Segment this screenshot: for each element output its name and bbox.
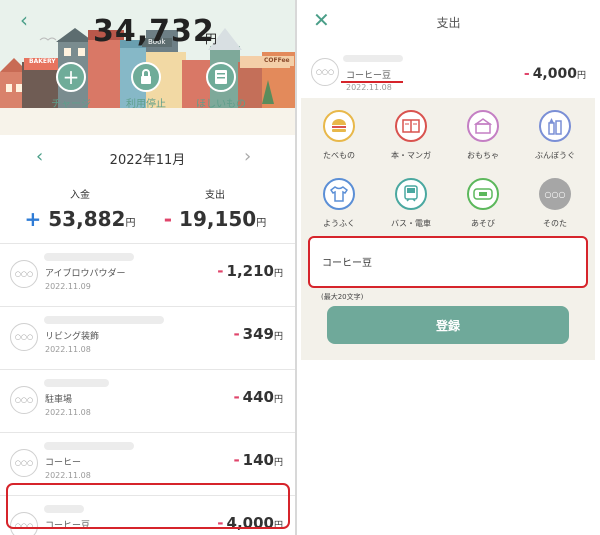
other-icon: ○○○ — [539, 178, 571, 210]
balance-hero: BAKERY Book COFFee ‹ 34,732 円 + チャージ 利用停… — [0, 0, 295, 135]
avatar: ○○○ — [10, 386, 38, 414]
item-date: 2022.11.08 — [45, 408, 91, 417]
item-amount: -4,000円 — [523, 66, 586, 82]
category-clothes[interactable]: ようふく — [307, 178, 371, 229]
item-name: コーヒー豆 — [346, 71, 392, 81]
balance-unit: 円 — [205, 32, 218, 46]
category-play[interactable]: あそび — [451, 178, 515, 229]
item-date: 2022.11.09 — [45, 282, 91, 291]
header: ✕ 支出 — [297, 0, 600, 44]
redacted-store-name — [44, 316, 164, 324]
list-item[interactable]: ○○○ リビング装飾 2022.11.08 -349円 — [0, 306, 295, 369]
redacted-store-name — [343, 55, 403, 62]
stationery-icon — [539, 110, 571, 142]
income-label: 入金 — [70, 190, 90, 201]
category-label: おもちゃ — [467, 151, 499, 160]
category-label: 本・マンガ — [391, 151, 431, 160]
item-date: 2022.11.08 — [45, 345, 91, 354]
item-name: アイブロウパウダー — [45, 269, 126, 279]
avatar: ○○○ — [10, 260, 38, 288]
train-icon — [395, 178, 427, 210]
redacted-store-name — [44, 253, 134, 261]
avatar: ○○○ — [10, 323, 38, 351]
expense-label: 支出 — [205, 190, 225, 201]
item-amount: -349円 — [233, 325, 283, 343]
book-icon — [395, 110, 427, 142]
item-amount: -140円 — [233, 451, 283, 469]
category-transit[interactable]: バス・電車 — [379, 178, 443, 229]
category-other[interactable]: ○○○ そのた — [523, 178, 587, 229]
item-amount: -1,210円 — [217, 262, 283, 280]
category-books[interactable]: 本・マンガ — [379, 110, 443, 161]
balance-amount: 34,732 — [93, 14, 215, 49]
suspend-label: 利用停止 — [126, 99, 166, 110]
game-icon — [467, 178, 499, 210]
income-unit: 円 — [125, 218, 136, 229]
memo-input[interactable]: コーヒー豆 — [308, 236, 588, 288]
avatar: ○○○ — [311, 58, 339, 86]
income-sign: + — [24, 207, 42, 231]
category-label: たべもの — [323, 151, 355, 160]
register-button[interactable]: 登録 — [327, 306, 569, 344]
next-month-chevron-icon[interactable]: › — [244, 146, 251, 167]
wishlist-icon — [206, 62, 236, 92]
avatar: ○○○ — [10, 449, 38, 477]
memo-value: コーヒー豆 — [322, 258, 372, 269]
item-date: 2022.11.08 — [45, 471, 91, 480]
charge-button[interactable]: + チャージ — [36, 62, 106, 110]
income-value: + 53,882円 — [10, 207, 150, 231]
category-panel: たべもの 本・マンガ おもちゃ ぶんぼうぐ ようふく バス・電車 あそび ○○○… — [301, 98, 595, 360]
redacted-store-name — [44, 442, 134, 450]
lock-icon — [131, 62, 161, 92]
list-item[interactable]: ○○○ 駐車場 2022.11.08 -440円 — [0, 369, 295, 432]
food-icon — [323, 110, 355, 142]
item-name: コーヒー — [45, 458, 82, 468]
selected-transaction: ○○○ コーヒー豆 2022.11.08 -4,000円 — [297, 48, 600, 98]
expense-edit-screen: ✕ 支出 ○○○ コーヒー豆 2022.11.08 -4,000円 たべもの 本… — [297, 0, 600, 535]
category-label: バス・電車 — [391, 219, 431, 228]
back-chevron-icon[interactable]: ‹ — [20, 8, 28, 32]
income-amount: 53,882 — [48, 207, 126, 231]
wallet-screen: BAKERY Book COFFee ‹ 34,732 円 + チャージ 利用停… — [0, 0, 295, 535]
list-item[interactable]: ○○○ アイブロウパウダー 2022.11.09 -1,210円 — [0, 243, 295, 306]
redacted-store-name — [44, 379, 109, 387]
category-label: ようふく — [323, 219, 355, 228]
category-food[interactable]: たべもの — [307, 110, 371, 161]
coffee-sign: COFFee — [264, 57, 290, 64]
item-date: 2022.11.08 — [346, 83, 392, 92]
wishlist-label: ほしいもの — [196, 99, 246, 110]
category-stationery[interactable]: ぶんぼうぐ — [523, 110, 587, 161]
category-label: ぶんぼうぐ — [535, 151, 575, 160]
expense-value: - 19,150円 — [145, 207, 285, 231]
expense-unit: 円 — [256, 218, 267, 229]
item-name: リビング装飾 — [45, 332, 100, 342]
clothes-icon — [323, 178, 355, 210]
charge-label: チャージ — [51, 99, 91, 110]
toy-icon — [467, 110, 499, 142]
suspend-button[interactable]: 利用停止 — [111, 62, 181, 110]
expense-amount: 19,150 — [179, 207, 257, 231]
category-label: あそび — [471, 219, 495, 228]
expense-summary: 支出 - 19,150円 — [145, 186, 285, 231]
item-amount: -440円 — [233, 388, 283, 406]
item-name: 駐車場 — [45, 395, 73, 405]
category-toys[interactable]: おもちゃ — [451, 110, 515, 161]
category-label: そのた — [543, 219, 567, 228]
page-title: 支出 — [436, 16, 461, 30]
plus-icon: + — [56, 62, 86, 92]
income-summary: 入金 + 53,882円 — [10, 186, 150, 231]
wishlist-button[interactable]: ほしいもの — [186, 62, 256, 110]
month-selector: ‹ 2022年11月 › — [0, 140, 295, 174]
expense-sign: - — [163, 207, 173, 231]
highlight-box — [6, 483, 290, 529]
memo-char-limit: (最大20文字) — [321, 293, 364, 301]
